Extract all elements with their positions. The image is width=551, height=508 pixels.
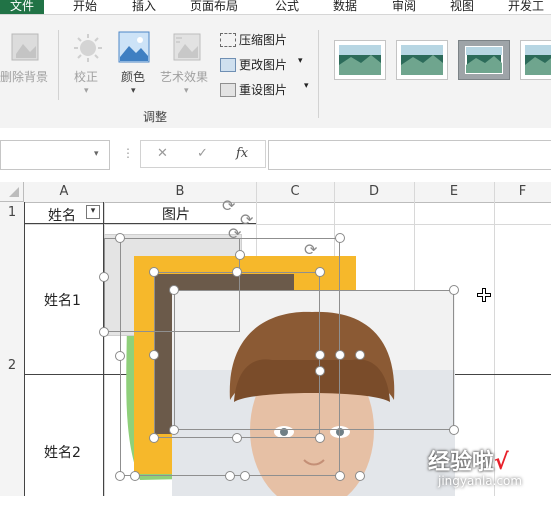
row-header-1[interactable]: 1 xyxy=(0,202,25,224)
tab-formulas[interactable]: 公式 xyxy=(275,0,299,14)
watermark-logo: 经验啦√ xyxy=(428,444,509,476)
resize-handle[interactable] xyxy=(355,471,365,481)
resize-handle[interactable] xyxy=(130,471,140,481)
resize-handle[interactable] xyxy=(315,267,325,277)
resize-handle[interactable] xyxy=(335,233,345,243)
picture-style-thumb-1[interactable] xyxy=(334,40,386,80)
resize-handle[interactable] xyxy=(335,350,345,360)
resize-handle[interactable] xyxy=(449,285,459,295)
remove-background-icon[interactable] xyxy=(8,32,44,64)
selection-box xyxy=(174,290,454,430)
enter-icon[interactable]: ✓ xyxy=(197,146,208,161)
resize-handle[interactable] xyxy=(169,285,179,295)
resize-handle[interactable] xyxy=(169,425,179,435)
resize-handle[interactable] xyxy=(149,350,159,360)
resize-handle[interactable] xyxy=(240,471,250,481)
tab-page-layout[interactable]: 页面布局 xyxy=(190,0,238,14)
column-header-a[interactable]: A xyxy=(24,182,104,203)
resize-handle[interactable] xyxy=(99,272,109,282)
color-dropdown-icon[interactable]: ▾ xyxy=(131,86,136,96)
corrections-icon[interactable] xyxy=(72,32,104,64)
resize-handle[interactable] xyxy=(449,425,459,435)
picture-style-thumb-2[interactable] xyxy=(396,40,448,80)
picture-style-thumb-3[interactable] xyxy=(458,40,510,80)
column-header-d[interactable]: D xyxy=(334,182,414,203)
artistic-effects-label: 艺术效果 xyxy=(160,70,209,84)
resize-handle[interactable] xyxy=(232,433,242,443)
change-picture-dropdown-icon[interactable]: ▾ xyxy=(298,56,303,66)
column-header-f[interactable]: F xyxy=(494,182,551,203)
filter-dropdown-icon[interactable]: ▾ xyxy=(86,205,100,219)
change-picture-label: 更改图片 xyxy=(239,58,288,72)
resize-handle[interactable] xyxy=(355,350,365,360)
tab-home[interactable]: 开始 xyxy=(73,0,97,14)
resize-handle[interactable] xyxy=(99,327,109,337)
tab-file[interactable]: 文件 xyxy=(0,0,44,14)
cell-a1[interactable]: 姓名 xyxy=(48,205,76,225)
corrections-label: 校正 xyxy=(74,70,99,84)
rotate-handle-icon[interactable]: ⟳ xyxy=(222,196,235,215)
cell-b1[interactable]: 图片 xyxy=(162,204,190,224)
resize-handle[interactable] xyxy=(115,351,125,361)
watermark-check: √ xyxy=(494,450,509,475)
table-border-line xyxy=(24,202,25,496)
resize-handle[interactable] xyxy=(115,471,125,481)
change-picture-icon xyxy=(220,58,236,72)
watermark-text: 经验啦 xyxy=(428,450,495,475)
resize-handle[interactable] xyxy=(115,233,125,243)
tab-view[interactable]: 视图 xyxy=(450,0,474,14)
resize-handle[interactable] xyxy=(149,267,159,277)
cancel-icon[interactable]: ✕ xyxy=(157,146,168,161)
rotate-handle-icon[interactable]: ⟳ xyxy=(240,210,253,229)
tab-developer[interactable]: 开发工 xyxy=(508,0,544,14)
column-header-c[interactable]: C xyxy=(256,182,334,203)
cell-a2[interactable]: 姓名1 xyxy=(44,290,81,310)
artistic-effects-icon[interactable] xyxy=(170,32,204,64)
compress-icon xyxy=(220,33,236,47)
tab-insert[interactable]: 插入 xyxy=(132,0,156,14)
more-options-icon: ⋮ xyxy=(122,146,134,160)
remove-background-label: 删除背景 xyxy=(0,70,49,84)
column-header-e[interactable]: E xyxy=(414,182,494,203)
reset-picture-dropdown-icon[interactable]: ▾ xyxy=(304,81,309,91)
resize-handle[interactable] xyxy=(315,366,325,376)
artistic-effects-dropdown-icon[interactable]: ▾ xyxy=(184,86,189,96)
resize-handle[interactable] xyxy=(315,350,325,360)
reset-picture-label: 重设图片 xyxy=(239,83,288,97)
ribbon-separator xyxy=(58,30,59,100)
ribbon-tab-bar: 文件 开始 插入 页面布局 公式 数据 审阅 视图 开发工 xyxy=(0,0,551,14)
color-label: 颜色 xyxy=(121,70,146,84)
compress-pictures-label: 压缩图片 xyxy=(239,33,288,47)
rotate-handle-icon[interactable]: ⟳ xyxy=(228,224,241,243)
cell-a3[interactable]: 姓名2 xyxy=(44,442,81,462)
resize-handle[interactable] xyxy=(315,433,325,443)
tab-review[interactable]: 审阅 xyxy=(392,0,416,14)
insert-function-icon[interactable]: fx xyxy=(236,146,248,161)
color-icon[interactable] xyxy=(117,30,151,64)
adjust-group-label: 调整 xyxy=(143,110,168,124)
resize-handle[interactable] xyxy=(225,471,235,481)
row-header-2[interactable]: 2 xyxy=(0,224,25,496)
picture-style-thumb-4[interactable] xyxy=(520,40,551,80)
watermark-url: jingyanla.com xyxy=(438,474,523,488)
reset-picture-icon xyxy=(220,83,236,97)
rotate-handle-icon[interactable]: ⟳ xyxy=(304,240,317,259)
select-all-corner[interactable] xyxy=(0,182,24,202)
move-cursor-icon xyxy=(476,287,492,303)
resize-handle[interactable] xyxy=(235,250,245,260)
corrections-dropdown-icon[interactable]: ▾ xyxy=(84,86,89,96)
tab-data[interactable]: 数据 xyxy=(333,0,357,14)
resize-handle[interactable] xyxy=(232,267,242,277)
name-box-dropdown-icon[interactable]: ▾ xyxy=(94,149,99,159)
formula-input[interactable] xyxy=(268,140,551,170)
row-header-2-label: 2 xyxy=(7,358,17,373)
resize-handle[interactable] xyxy=(149,433,159,443)
ribbon-separator xyxy=(318,30,319,118)
resize-handle[interactable] xyxy=(335,471,345,481)
